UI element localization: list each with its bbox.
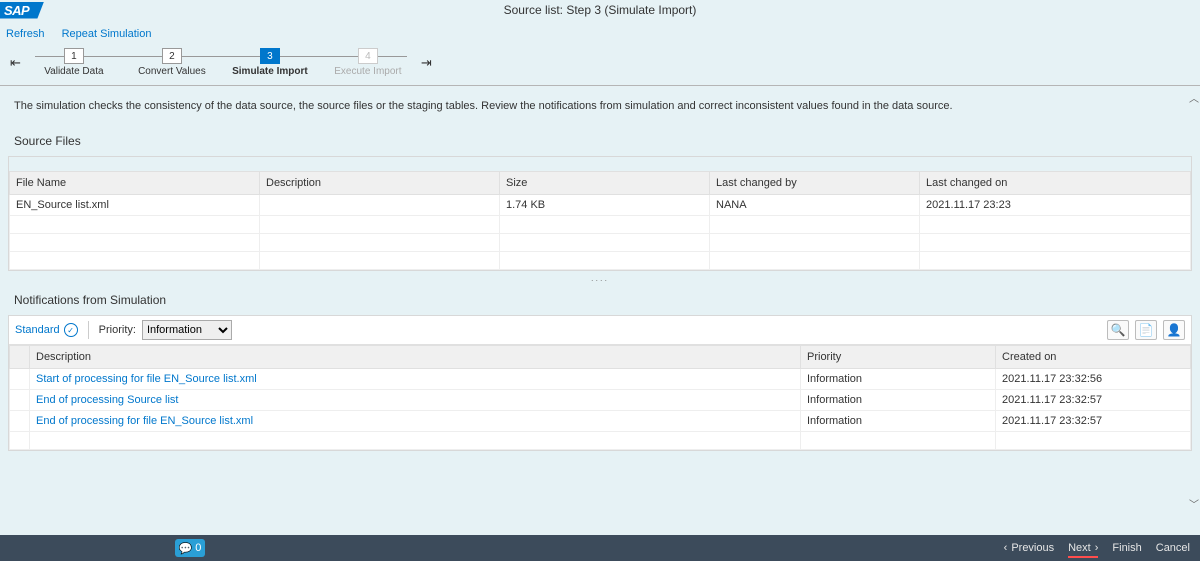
footer-bar: 💬 0 ‹ Previous Next › Finish Cancel [0, 535, 1200, 561]
main-content: The simulation checks the consistency of… [0, 85, 1200, 515]
table-row[interactable]: EN_Source list.xml 1.74 KB NANA 2021.11.… [10, 195, 1191, 216]
col-last-changed-on[interactable]: Last changed on [920, 172, 1191, 195]
step-box: 1 [64, 48, 84, 64]
next-label: Next [1068, 542, 1091, 554]
previous-button[interactable]: ‹ Previous [1004, 542, 1054, 554]
cell-last-changed-on: 2021.11.17 23:23 [920, 195, 1191, 216]
finish-label: Finish [1112, 542, 1141, 554]
cancel-button[interactable]: Cancel [1156, 542, 1190, 554]
cell-created-on: 2021.11.17 23:32:56 [996, 369, 1191, 390]
previous-label: Previous [1011, 542, 1054, 554]
col-description[interactable]: Description [260, 172, 500, 195]
page-title: Source list: Step 3 (Simulate Import) [0, 3, 1200, 17]
source-files-title: Source Files [8, 126, 1192, 156]
cell-file-name: EN_Source list.xml [10, 195, 260, 216]
cell-size: 1.74 KB [500, 195, 710, 216]
step-execute-import[interactable]: 4 Execute Import [319, 48, 417, 77]
refresh-link[interactable]: Refresh [6, 28, 45, 40]
notifications-title: Notifications from Simulation [8, 285, 1192, 315]
col-priority[interactable]: Priority [801, 346, 996, 369]
table-row-empty [10, 252, 1191, 270]
search-icon[interactable]: 🔍 [1107, 320, 1129, 340]
notification-link[interactable]: End of processing Source list [30, 390, 801, 411]
col-size[interactable]: Size [500, 172, 710, 195]
notifications-panel: Standard ✓ Priority: Information 🔍 📄 👤 D… [8, 315, 1192, 451]
cell-priority: Information [801, 390, 996, 411]
sap-logo: SAP [0, 2, 44, 19]
step-label: Simulate Import [232, 66, 308, 77]
chevron-right-icon: › [1095, 542, 1099, 554]
table-header-row: File Name Description Size Last changed … [10, 172, 1191, 195]
steps-container: 1 Validate Data 2 Convert Values 3 Simul… [25, 48, 417, 77]
step-label: Validate Data [44, 66, 103, 77]
step-validate-data[interactable]: 1 Validate Data [25, 48, 123, 77]
step-label: Execute Import [334, 66, 401, 77]
step-bar: 1 Validate Data 2 Convert Values 3 Simul… [0, 46, 1200, 79]
scroll-indicator[interactable]: ︿ ﹀ [1188, 86, 1200, 515]
cell-priority: Information [801, 369, 996, 390]
step-box: 3 [260, 48, 280, 64]
scroll-down-icon[interactable]: ﹀ [1189, 496, 1199, 511]
notifications-toolbar: Standard ✓ Priority: Information 🔍 📄 👤 [9, 316, 1191, 345]
toolbar-divider [88, 321, 89, 339]
step-first-icon[interactable] [6, 55, 25, 71]
col-last-changed-by[interactable]: Last changed by [710, 172, 920, 195]
splitter-handle[interactable]: .... [8, 271, 1192, 285]
chevron-left-icon: ‹ [1004, 542, 1008, 554]
table-row-empty [10, 234, 1191, 252]
priority-select[interactable]: Information [142, 320, 232, 340]
cell-created-on: 2021.11.17 23:32:57 [996, 411, 1191, 432]
notification-link[interactable]: End of processing for file EN_Source lis… [30, 411, 801, 432]
standard-label: Standard [15, 324, 60, 336]
step-convert-values[interactable]: 2 Convert Values [123, 48, 221, 77]
finish-button[interactable]: Finish [1112, 542, 1141, 554]
step-box: 4 [358, 48, 378, 64]
messages-button[interactable]: 💬 0 [175, 539, 205, 557]
next-button[interactable]: Next › [1068, 542, 1098, 554]
step-simulate-import[interactable]: 3 Simulate Import [221, 48, 319, 77]
step-label: Convert Values [138, 66, 206, 77]
col-description[interactable]: Description [30, 346, 801, 369]
action-links: Refresh Repeat Simulation [0, 20, 1200, 46]
repeat-simulation-link[interactable]: Repeat Simulation [62, 28, 152, 40]
chevron-down-icon: ✓ [64, 323, 78, 337]
cancel-label: Cancel [1156, 542, 1190, 554]
priority-label: Priority: [99, 324, 136, 336]
personalize-icon[interactable]: 👤 [1163, 320, 1185, 340]
cell-priority: Information [801, 411, 996, 432]
source-files-panel: File Name Description Size Last changed … [8, 156, 1192, 271]
table-row[interactable]: Start of processing for file EN_Source l… [10, 369, 1191, 390]
scroll-up-icon[interactable]: ︿ [1189, 90, 1199, 105]
message-count: 0 [195, 542, 201, 554]
cell-last-changed-by: NANA [710, 195, 920, 216]
table-row-empty [10, 216, 1191, 234]
step-box: 2 [162, 48, 182, 64]
message-icon: 💬 [179, 542, 193, 555]
cell-created-on: 2021.11.17 23:32:57 [996, 390, 1191, 411]
col-created-on[interactable]: Created on [996, 346, 1191, 369]
source-files-table: File Name Description Size Last changed … [9, 171, 1191, 270]
step-last-icon[interactable] [417, 55, 436, 71]
table-header-row: Description Priority Created on [10, 346, 1191, 369]
table-row-empty [10, 432, 1191, 450]
col-file-name[interactable]: File Name [10, 172, 260, 195]
top-bar: SAP Source list: Step 3 (Simulate Import… [0, 0, 1200, 20]
export-icon[interactable]: 📄 [1135, 320, 1157, 340]
notifications-table: Description Priority Created on Start of… [9, 345, 1191, 450]
table-row[interactable]: End of processing Source list Informatio… [10, 390, 1191, 411]
intro-text: The simulation checks the consistency of… [8, 86, 1192, 126]
layout-standard-button[interactable]: Standard ✓ [15, 323, 78, 337]
cell-description [260, 195, 500, 216]
table-row[interactable]: End of processing for file EN_Source lis… [10, 411, 1191, 432]
col-selector[interactable] [10, 346, 30, 369]
notification-link[interactable]: Start of processing for file EN_Source l… [30, 369, 801, 390]
